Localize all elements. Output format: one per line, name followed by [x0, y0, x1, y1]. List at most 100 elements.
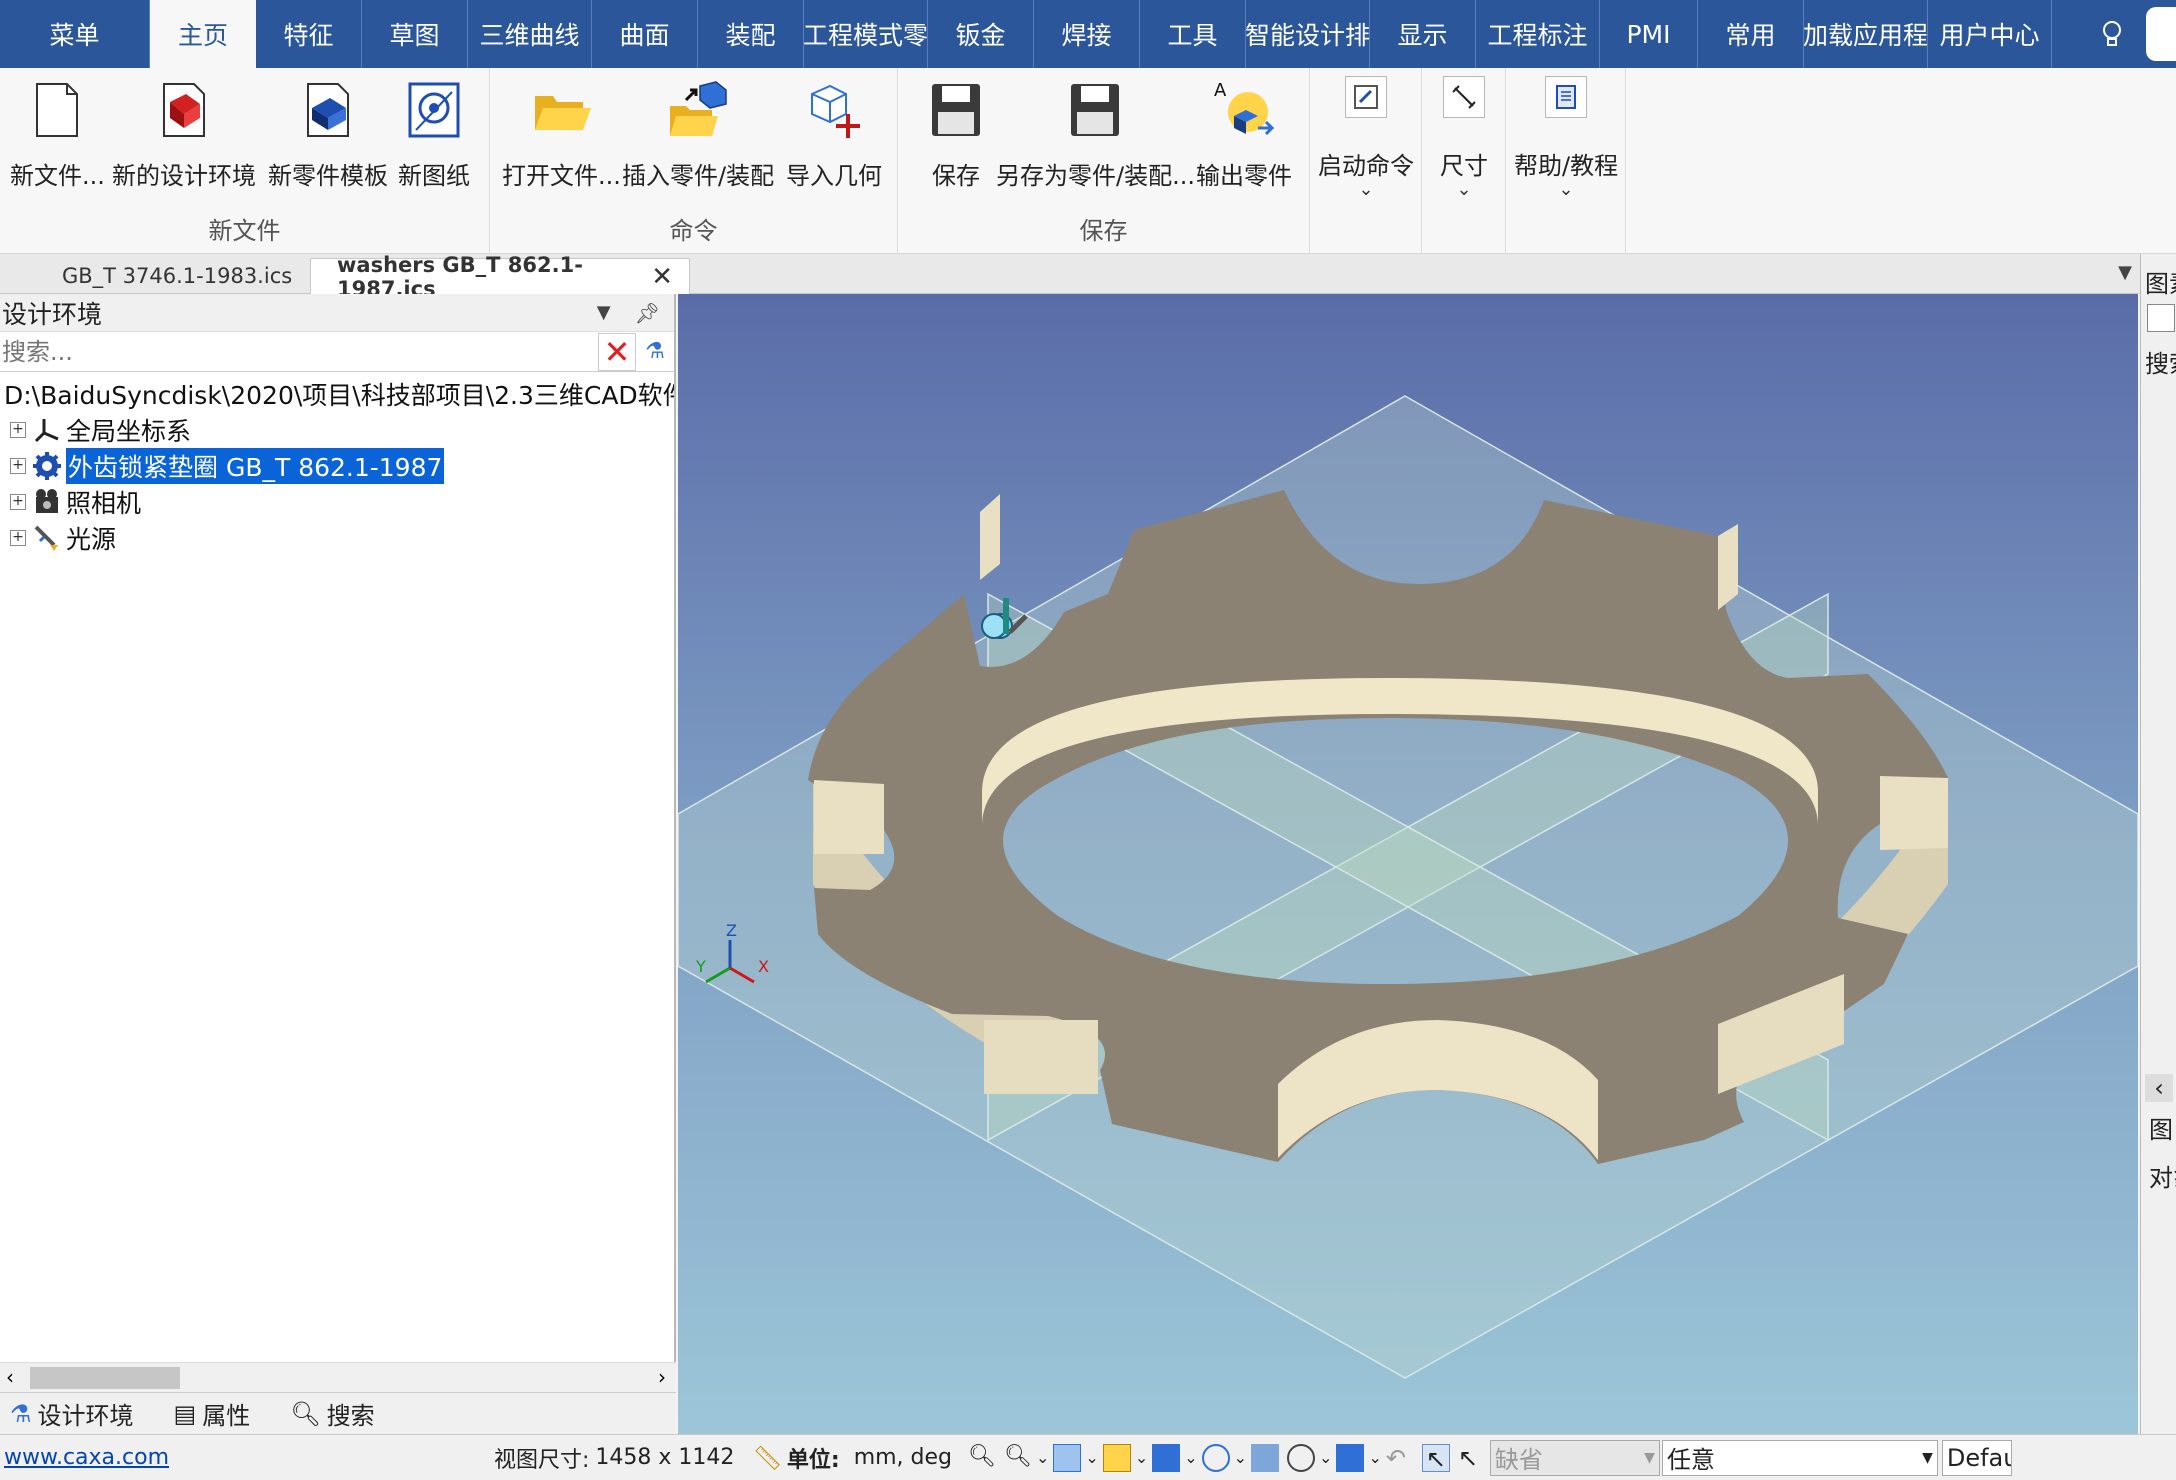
expand-icon[interactable]: +	[10, 530, 26, 546]
chevron-down-icon[interactable]: ⌄	[1319, 1448, 1332, 1467]
filter-combo-default[interactable]: 缺省 ▼	[1489, 1439, 1660, 1476]
new-design-environment-button[interactable]: 新的设计环境	[112, 78, 256, 191]
right-panel-search[interactable]: 搜索	[2145, 344, 2176, 379]
tab-pmi[interactable]: PMI	[1600, 0, 1698, 68]
view-orientation-icon[interactable]	[1053, 1443, 1082, 1472]
tab-sheet-metal[interactable]: 钣金	[928, 0, 1034, 68]
close-icon[interactable]: ✕	[651, 262, 673, 292]
zoom-window-icon[interactable]: 🔍︎	[968, 1444, 996, 1472]
chevron-down-icon[interactable]: ⌄	[1368, 1448, 1381, 1467]
tab-tools[interactable]: 工具	[1140, 0, 1246, 68]
group-label-new-file: 新文件	[208, 217, 281, 245]
doc-tab-washers[interactable]: washers GB_T 862.1-1987.ics ✕	[310, 253, 690, 301]
chevron-down-icon[interactable]: ⌄	[1036, 1448, 1049, 1467]
expand-icon[interactable]: +	[10, 422, 26, 438]
scroll-right-icon[interactable]: ›	[658, 1365, 666, 1389]
tab-design-environment[interactable]: ⚗︎ 设计环境	[10, 1396, 154, 1431]
tab-search[interactable]: 🔍︎ 搜索	[290, 1396, 394, 1431]
panel-bottom-tabs: ⚗︎ 设计环境 ▤ 属性 🔍︎ 搜索	[0, 1392, 676, 1434]
export-part-button[interactable]: A 输出零件	[1196, 78, 1292, 191]
tree-item-global-coordinates[interactable]: + 全局坐标系	[0, 412, 674, 448]
scroll-left-icon[interactable]: ‹	[6, 1365, 14, 1389]
open-file-button[interactable]: 打开文件...	[502, 78, 621, 191]
tab-properties[interactable]: ▤ 属性	[174, 1396, 271, 1431]
filter-icon[interactable]: ⚗︎	[636, 333, 674, 371]
design-environment-panel: 设计环境 ▼ 📌︎ ✕ ⚗︎ D:\BaiduSyncdisk\2020\项目\…	[0, 294, 676, 1434]
tab-engineering-mode[interactable]: 工程模式零	[804, 0, 928, 68]
right-panel-tab-diagram[interactable]: 图	[2149, 1110, 2173, 1145]
tab-smart-design[interactable]: 智能设计排	[1246, 0, 1370, 68]
pan-view-icon[interactable]	[1201, 1443, 1230, 1472]
tab-menu[interactable]: 菜单	[0, 0, 150, 68]
pin-icon[interactable]: 📌︎	[635, 301, 660, 325]
chevron-down-icon[interactable]: ⌄	[1085, 1448, 1098, 1467]
glasses-icon[interactable]	[1287, 1443, 1316, 1472]
filter-combo-any[interactable]: 任意 ▼	[1661, 1439, 1938, 1476]
tab-load-apps[interactable]: 加载应用程	[1804, 0, 1928, 68]
select-filter-icon[interactable]: ↖	[1458, 1444, 1486, 1472]
tree-item-camera[interactable]: + 照相机	[0, 484, 674, 520]
light-source-icon	[34, 525, 58, 551]
start-command-button[interactable]: 启动命令 ⌄	[1318, 76, 1414, 200]
save-button[interactable]: 保存	[924, 78, 988, 191]
help-tutorial-button[interactable]: 帮助/教程 ⌄	[1514, 76, 1618, 200]
import-geometry-button[interactable]: 导入几何	[786, 78, 882, 191]
tab-engineering-annotation[interactable]: 工程标注	[1476, 0, 1600, 68]
chevron-down-icon[interactable]: ⌄	[1234, 1448, 1247, 1467]
tab-assembly[interactable]: 装配	[698, 0, 804, 68]
tree-horizontal-scrollbar[interactable]: ‹ ›	[0, 1362, 676, 1392]
new-part-template-button[interactable]: 新零件模板	[268, 78, 388, 191]
tooth-highlight	[980, 494, 1000, 580]
shaded-view-icon[interactable]	[1152, 1443, 1181, 1472]
website-link[interactable]: www.caxa.com	[4, 1445, 494, 1470]
design-environment-icon	[163, 83, 205, 137]
render-mode-icon[interactable]	[1102, 1443, 1131, 1472]
tab-surface[interactable]: 曲面	[592, 0, 698, 68]
tab-features[interactable]: 特征	[256, 0, 362, 68]
doc-tab-gb-t-3746[interactable]: GB_T 3746.1-1983.ics	[46, 258, 308, 294]
right-panel-tab-objects[interactable]: 对象	[2149, 1158, 2176, 1193]
scrollbar-thumb[interactable]	[30, 1367, 180, 1389]
zoom-icon[interactable]: 🔍︎	[1004, 1444, 1032, 1472]
dimension-icon	[1443, 76, 1485, 118]
washer-model-view[interactable]: Y X Z	[678, 294, 2138, 1434]
tab-display[interactable]: 显示	[1370, 0, 1476, 68]
layer-combo-default[interactable]: Default	[1941, 1439, 2012, 1476]
right-panel-collapse-icon[interactable]: ‹	[2145, 1074, 2173, 1102]
expand-icon[interactable]: +	[10, 494, 26, 510]
doc-tabs-dropdown-icon[interactable]: ▼	[2118, 262, 2132, 283]
right-panel-tab-elements[interactable]: 图素	[2145, 264, 2176, 299]
tree-root[interactable]: D:\BaiduSyncdisk\2020\项目\科技部项目\2.3三维CAD软…	[0, 376, 674, 412]
insert-part-assembly-button[interactable]: 插入零件/装配	[622, 78, 774, 191]
tab-sketch[interactable]: 草图	[362, 0, 468, 68]
group-command: 打开文件... 插入零件/装配 导入几何 命令	[490, 68, 898, 254]
app-logo-icon	[2146, 7, 2176, 61]
tab-user-center[interactable]: 用户中心	[1928, 0, 2052, 68]
tab-3d-curve[interactable]: 三维曲线	[468, 0, 592, 68]
tree-item-washer-part[interactable]: + 外齿锁紧垫圈 GB_T 862.1-1987	[0, 448, 674, 484]
chevron-down-icon[interactable]: ⌄	[1135, 1448, 1148, 1467]
save-as-part-assembly-button[interactable]: 另存为零件/装配...	[996, 78, 1195, 191]
dimension-button[interactable]: 尺寸 ⌄	[1440, 76, 1488, 200]
chevron-down-icon[interactable]: ⌄	[1184, 1448, 1197, 1467]
new-drawing-button[interactable]: 新图纸	[398, 78, 470, 191]
section-view-icon[interactable]	[1251, 1443, 1280, 1472]
clear-search-icon[interactable]: ✕	[598, 332, 636, 371]
document-tab-bar: GB_T 3746.1-1983.ics washers GB_T 862.1-…	[0, 253, 2140, 301]
undo-view-icon[interactable]: ↶	[1386, 1444, 1414, 1472]
tree-item-light-source[interactable]: + 光源	[0, 520, 674, 556]
tree-search-input[interactable]	[0, 332, 598, 371]
tab-home[interactable]: 主页	[150, 0, 256, 68]
cube-view-icon[interactable]	[1336, 1443, 1365, 1472]
panel-dropdown-icon[interactable]: ▼	[597, 302, 611, 323]
right-panel-grid-icon[interactable]	[2147, 304, 2175, 332]
status-bar: www.caxa.com 视图尺寸: 1458 x 1142 📏︎ 单位: mm…	[0, 1434, 2176, 1480]
lightbulb-icon[interactable]	[2092, 14, 2132, 54]
3d-viewport[interactable]: Y X Z	[678, 294, 2138, 1434]
expand-icon[interactable]: +	[10, 458, 26, 474]
tab-welding[interactable]: 焊接	[1034, 0, 1140, 68]
tab-common[interactable]: 常用	[1698, 0, 1804, 68]
new-file-button[interactable]: 新文件...	[10, 78, 105, 191]
select-arrow-icon[interactable]: ↖	[1421, 1443, 1450, 1473]
group-dimension: 尺寸 ⌄	[1422, 68, 1506, 254]
